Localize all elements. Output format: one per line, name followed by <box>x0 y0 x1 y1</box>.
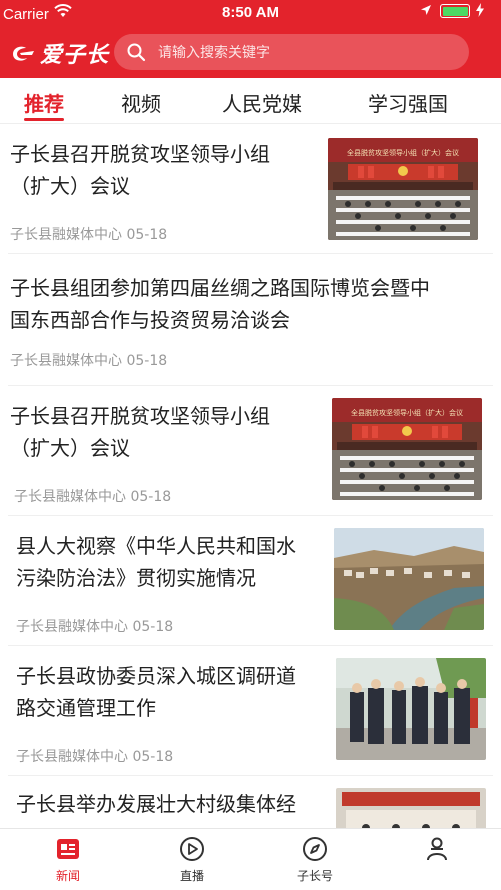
news-title: 县人大视察《中华人民共和国水 污染防治法》贯彻实施情况 <box>16 534 296 590</box>
tabbar-label: 直播 <box>179 869 204 883</box>
news-thumbnail: 全县脱贫攻坚领导小组（扩大）会议 <box>328 138 478 240</box>
search-input[interactable]: 请输入搜索关键字 <box>114 34 469 70</box>
news-meta: 子长县融媒体中心 05-18 <box>16 746 173 766</box>
news-source: 子长县融媒体中心 <box>10 353 122 369</box>
search-icon <box>127 43 146 62</box>
news-date: 05-18 <box>132 749 174 765</box>
bottom-tab-bar: 新闻 直播 子长号 <box>0 828 501 890</box>
news-thumbnail <box>334 528 484 630</box>
news-title: 子长县组团参加第四届丝绸之路国际博览会暨中 国东西部合作与投资贸易洽谈会 <box>10 276 430 332</box>
location-arrow-icon <box>421 5 431 15</box>
news-date: 05-18 <box>126 227 168 243</box>
news-source: 子长县融媒体中心 <box>10 227 122 243</box>
tab-video[interactable]: 视频 <box>121 88 161 117</box>
tabbar-label: 新闻 <box>55 869 80 883</box>
news-title: 子长县举办发展壮大村级集体经 <box>16 792 296 816</box>
tabbar-label: 子长号 <box>296 869 333 883</box>
news-thumbnail <box>336 788 486 828</box>
tabbar-zichang-account[interactable]: 子长号 <box>280 835 350 884</box>
news-title: 子长县召开脱贫攻坚领导小组 （扩大）会议 <box>10 142 270 198</box>
compass-icon <box>303 837 327 861</box>
logo-mark-icon <box>13 46 34 61</box>
tab-peoples-party-media[interactable]: 人民党媒 <box>222 88 302 117</box>
news-item[interactable]: 子长县政协委员深入城区调研道 路交通管理工作 子长县融媒体中心 05-18 <box>0 646 501 776</box>
river-town-photo <box>334 528 484 630</box>
news-source: 子长县融媒体中心 <box>16 749 128 765</box>
tab-recommend[interactable]: 推荐 <box>24 88 64 117</box>
svg-text:全县脱贫攻坚领导小组（扩大）会议: 全县脱贫攻坚领导小组（扩大）会议 <box>347 148 459 157</box>
tab-study-power[interactable]: 学习强国 <box>368 88 448 117</box>
app-logo[interactable]: 爱子长 <box>10 39 110 68</box>
news-item[interactable]: 子长县召开脱贫攻坚领导小组 （扩大）会议 子长县融媒体中心 05-18 全县脱贫… <box>0 386 501 516</box>
news-source: 子长县融媒体中心 <box>16 619 128 635</box>
user-icon <box>427 837 447 861</box>
news-date: 05-18 <box>132 619 174 635</box>
meeting-hall-photo: 全县脱贫攻坚领导小组（扩大）会议 <box>332 398 482 500</box>
news-thumbnail <box>336 658 486 760</box>
news-icon <box>57 839 79 859</box>
news-source: 子长县融媒体中心 <box>14 489 126 505</box>
news-title: 子长县召开脱贫攻坚领导小组 （扩大）会议 <box>10 404 270 460</box>
charging-icon <box>476 3 484 17</box>
news-item[interactable]: 子长县组团参加第四届丝绸之路国际博览会暨中 国东西部合作与投资贸易洽谈会 子长县… <box>0 254 501 386</box>
news-thumbnail: 全县脱贫攻坚领导小组（扩大）会议 <box>332 398 482 500</box>
officials-street-photo <box>336 658 486 760</box>
news-date: 05-18 <box>126 353 168 369</box>
news-meta: 子长县融媒体中心 05-18 <box>16 616 173 636</box>
logo-text: 爱子长 <box>40 42 110 68</box>
news-item[interactable]: 子长县举办发展壮大村级集体经 <box>0 776 501 828</box>
category-tabs: 推荐 视频 人民党媒 学习强国 <box>0 78 501 124</box>
news-title: 子长县政协委员深入城区调研道 路交通管理工作 <box>16 664 296 720</box>
tabbar-live[interactable]: 直播 <box>157 835 227 884</box>
active-tab-indicator <box>24 118 64 121</box>
news-list: 子长县召开脱贫攻坚领导小组 （扩大）会议 子长县融媒体中心 05-18 全县脱贫… <box>0 124 501 828</box>
play-icon <box>180 837 204 861</box>
conference-photo <box>336 788 486 828</box>
search-placeholder: 请输入搜索关键字 <box>158 45 270 61</box>
news-date: 05-18 <box>130 489 172 505</box>
top-header: Carrier 8:50 AM 爱子长 请输入搜索关键字 <box>0 0 501 78</box>
news-meta: 子长县融媒体中心 05-18 <box>10 350 167 370</box>
status-bar: Carrier 8:50 AM <box>0 0 501 26</box>
news-item[interactable]: 县人大视察《中华人民共和国水 污染防治法》贯彻实施情况 子长县融媒体中心 05-… <box>0 516 501 646</box>
news-item[interactable]: 子长县召开脱贫攻坚领导小组 （扩大）会议 子长县融媒体中心 05-18 全县脱贫… <box>0 124 501 254</box>
battery-icon <box>440 4 470 18</box>
tabbar-news[interactable]: 新闻 <box>33 835 103 884</box>
news-meta: 子长县融媒体中心 05-18 <box>10 224 167 244</box>
tabbar-profile[interactable] <box>402 835 472 867</box>
svg-text:全县脱贫攻坚领导小组（扩大）会议: 全县脱贫攻坚领导小组（扩大）会议 <box>351 408 463 417</box>
meeting-hall-photo: 全县脱贫攻坚领导小组（扩大）会议 <box>328 138 478 240</box>
news-meta: 子长县融媒体中心 05-18 <box>14 486 171 506</box>
